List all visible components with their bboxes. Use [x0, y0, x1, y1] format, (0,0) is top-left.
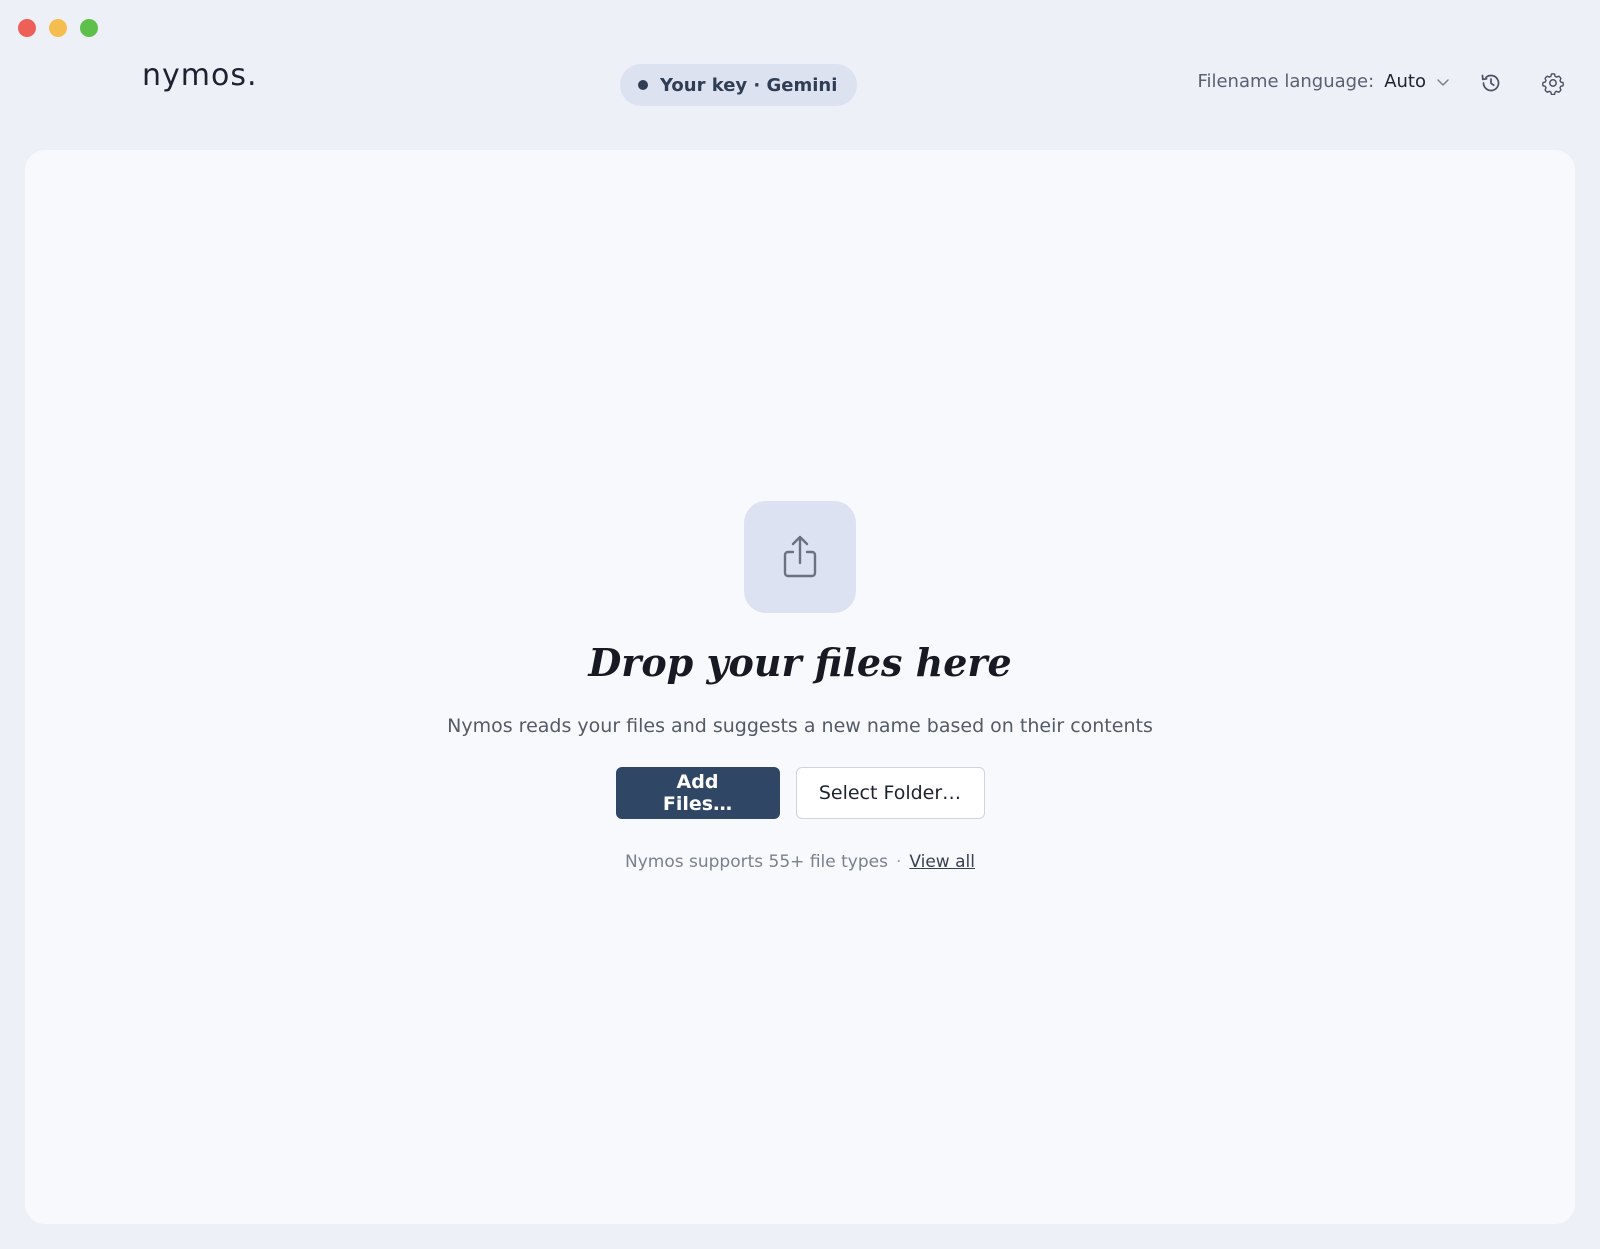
supported-types-text: Nymos supports 55+ file types	[625, 852, 888, 872]
maximize-window-button[interactable]	[80, 19, 98, 37]
api-key-label: Your key · Gemini	[660, 74, 838, 96]
separator-dot: ·	[895, 852, 902, 872]
supported-types-note: Nymos supports 55+ file types · View all	[25, 852, 1575, 872]
drop-zone-panel[interactable]: Drop your files here Nymos reads your fi…	[25, 150, 1575, 1224]
window-controls	[18, 19, 98, 37]
upload-icon	[783, 535, 817, 578]
add-files-button[interactable]: Add Files…	[615, 767, 780, 819]
select-folder-button[interactable]: Select Folder…	[795, 767, 985, 819]
drop-zone-actions: Add Files… Select Folder…	[25, 767, 1575, 819]
drop-zone-title: Drop your files here	[588, 640, 1012, 685]
history-button[interactable]	[1478, 70, 1504, 96]
minimize-window-button[interactable]	[49, 19, 67, 37]
app-logo: nymos.	[142, 58, 258, 93]
filename-language-dropdown[interactable]: Auto	[1384, 71, 1450, 92]
upload-tile	[744, 501, 856, 613]
filename-language-control: Filename language: Auto	[1197, 71, 1450, 92]
filename-language-label: Filename language:	[1197, 71, 1375, 92]
view-all-link[interactable]: View all	[909, 852, 975, 872]
app-window: nymos. Your key · Gemini Filename langua…	[0, 0, 1600, 1249]
history-icon	[1481, 74, 1500, 92]
api-key-pill[interactable]: Your key · Gemini	[620, 64, 858, 106]
close-window-button[interactable]	[18, 19, 36, 37]
drop-zone-subtitle: Nymos reads your files and suggests a ne…	[447, 715, 1153, 737]
settings-button[interactable]	[1540, 70, 1566, 96]
chevron-down-icon	[1437, 78, 1449, 86]
status-dot-icon	[638, 80, 648, 90]
filename-language-value: Auto	[1384, 71, 1426, 92]
gear-icon	[1542, 73, 1564, 95]
